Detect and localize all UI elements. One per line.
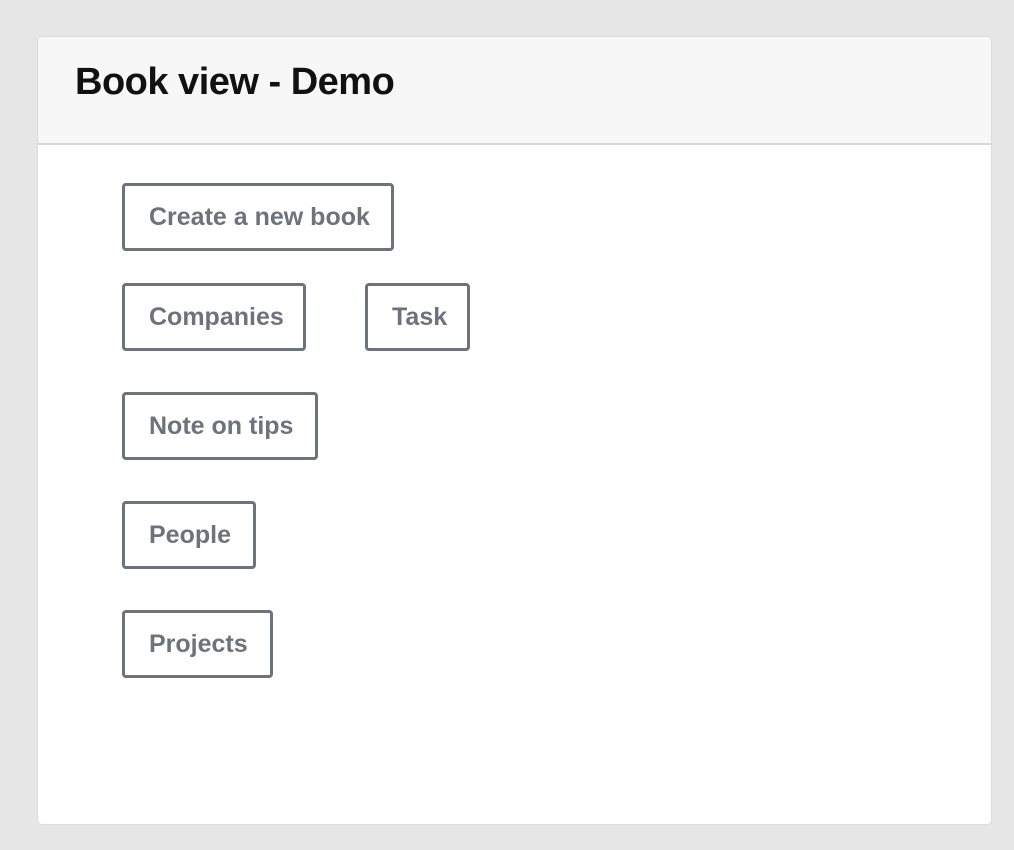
page-title: Book view - Demo bbox=[75, 61, 395, 103]
book-view-card: Book view - Demo Create a new book Compa… bbox=[37, 36, 992, 825]
people-button[interactable]: People bbox=[122, 501, 256, 569]
note-on-tips-button[interactable]: Note on tips bbox=[122, 392, 318, 460]
projects-button[interactable]: Projects bbox=[122, 610, 273, 678]
task-button[interactable]: Task bbox=[365, 283, 470, 351]
card-header: Book view - Demo bbox=[38, 37, 991, 145]
companies-button[interactable]: Companies bbox=[122, 283, 306, 351]
create-book-button[interactable]: Create a new book bbox=[122, 183, 394, 251]
